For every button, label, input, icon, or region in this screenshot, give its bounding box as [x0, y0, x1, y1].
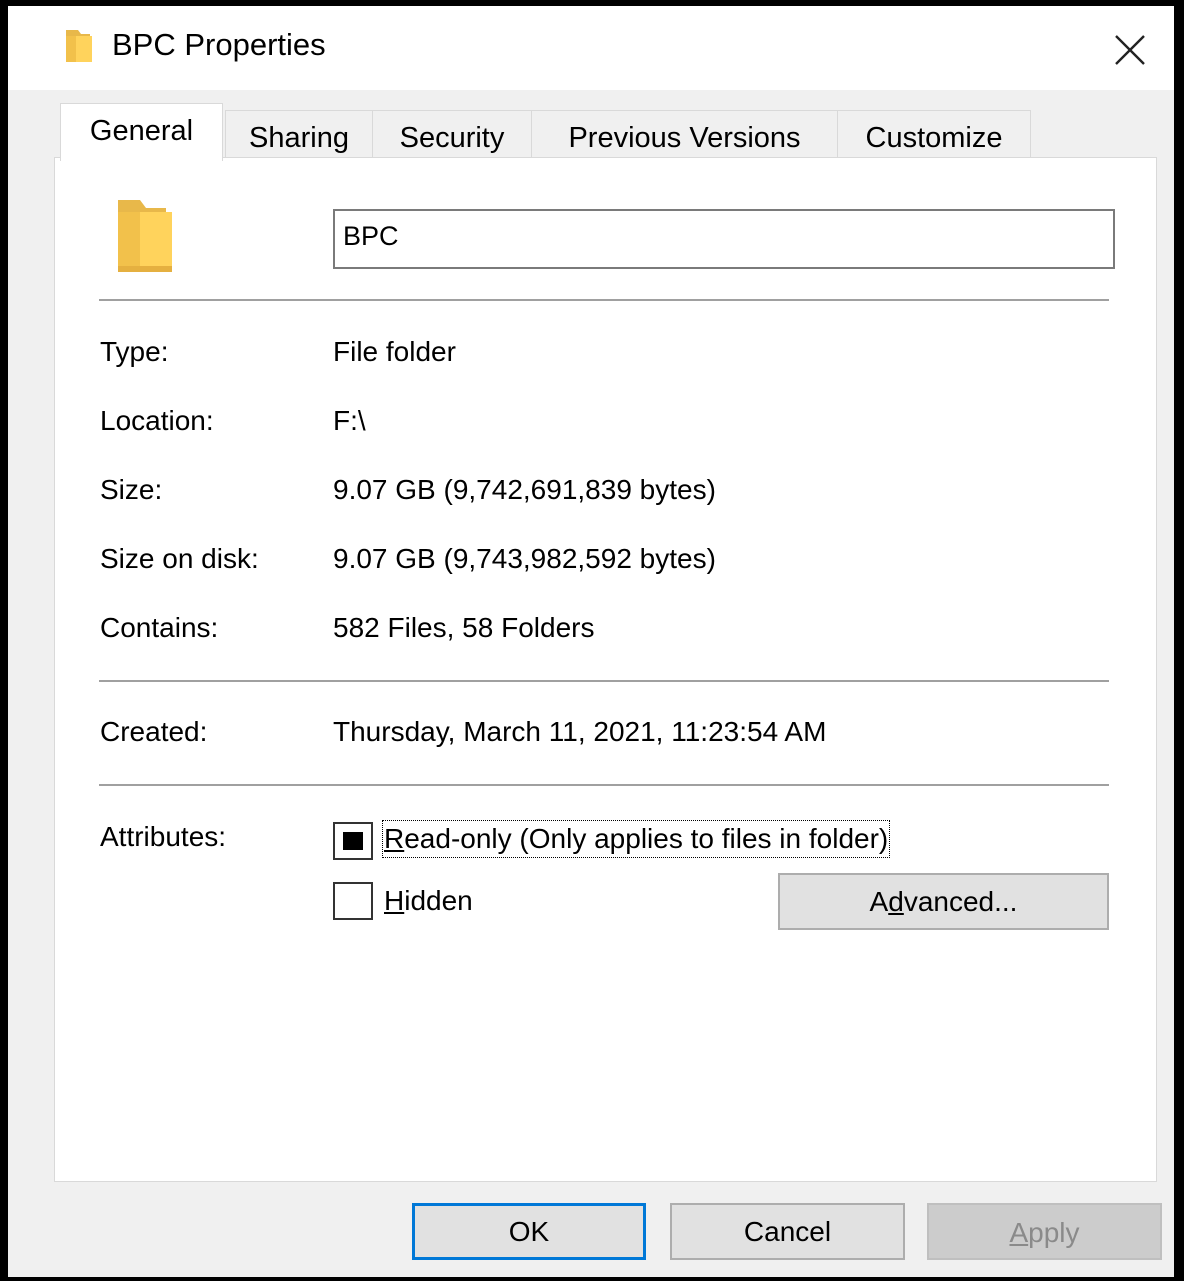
readonly-checkbox[interactable] — [333, 822, 373, 860]
hidden-mnemonic: H — [384, 885, 405, 916]
apply-label-text: pply — [1028, 1217, 1080, 1248]
readonly-mnemonic: R — [384, 823, 405, 854]
tab-sharing[interactable]: Sharing — [225, 110, 373, 158]
folder-icon — [66, 30, 92, 62]
type-label: Type: — [100, 336, 169, 367]
size-label: Size: — [100, 474, 163, 505]
advanced-mnemonic: d — [888, 886, 904, 917]
contains-label: Contains: — [100, 612, 219, 643]
hidden-label[interactable]: Hidden — [384, 884, 473, 918]
advanced-label-pre: A — [869, 886, 889, 917]
readonly-label[interactable]: Read-only (Only applies to files in fold… — [381, 820, 891, 858]
folder-icon — [118, 200, 172, 272]
hidden-label-text: idden — [404, 885, 473, 916]
separator — [99, 784, 1109, 786]
close-icon[interactable] — [1104, 24, 1148, 68]
apply-button[interactable]: Apply — [927, 1203, 1162, 1260]
type-value: File folder — [333, 336, 456, 367]
created-label: Created: — [100, 716, 208, 747]
advanced-button[interactable]: Advanced... — [778, 873, 1109, 930]
tab-general[interactable]: General — [60, 103, 223, 161]
size-value: 9.07 GB (9,742,691,839 bytes) — [333, 474, 716, 505]
contains-value: 582 Files, 58 Folders — [333, 612, 595, 643]
advanced-label-post: vanced... — [903, 886, 1018, 917]
indeterminate-mark — [343, 832, 363, 850]
created-value: Thursday, March 11, 2021, 11:23:54 AM — [333, 716, 827, 747]
size-on-disk-value: 9.07 GB (9,743,982,592 bytes) — [333, 543, 716, 574]
separator — [99, 680, 1109, 682]
separator — [99, 299, 1109, 301]
location-value: F:\ — [333, 405, 366, 436]
apply-mnemonic: A — [1009, 1217, 1029, 1248]
readonly-label-text: ead-only (Only applies to files in folde… — [404, 823, 889, 854]
tab-customize[interactable]: Customize — [837, 110, 1031, 158]
general-tab-panel — [54, 157, 1157, 1182]
tab-security[interactable]: Security — [372, 110, 532, 158]
attributes-label: Attributes: — [100, 821, 227, 852]
ok-button[interactable]: OK — [412, 1203, 646, 1260]
tab-previous-versions[interactable]: Previous Versions — [531, 110, 838, 158]
location-label: Location: — [100, 405, 214, 436]
size-on-disk-label: Size on disk: — [100, 543, 259, 574]
folder-name-input[interactable] — [333, 209, 1115, 269]
cancel-button[interactable]: Cancel — [670, 1203, 905, 1260]
hidden-checkbox[interactable] — [333, 882, 373, 920]
window-title: BPC Properties — [112, 27, 326, 62]
